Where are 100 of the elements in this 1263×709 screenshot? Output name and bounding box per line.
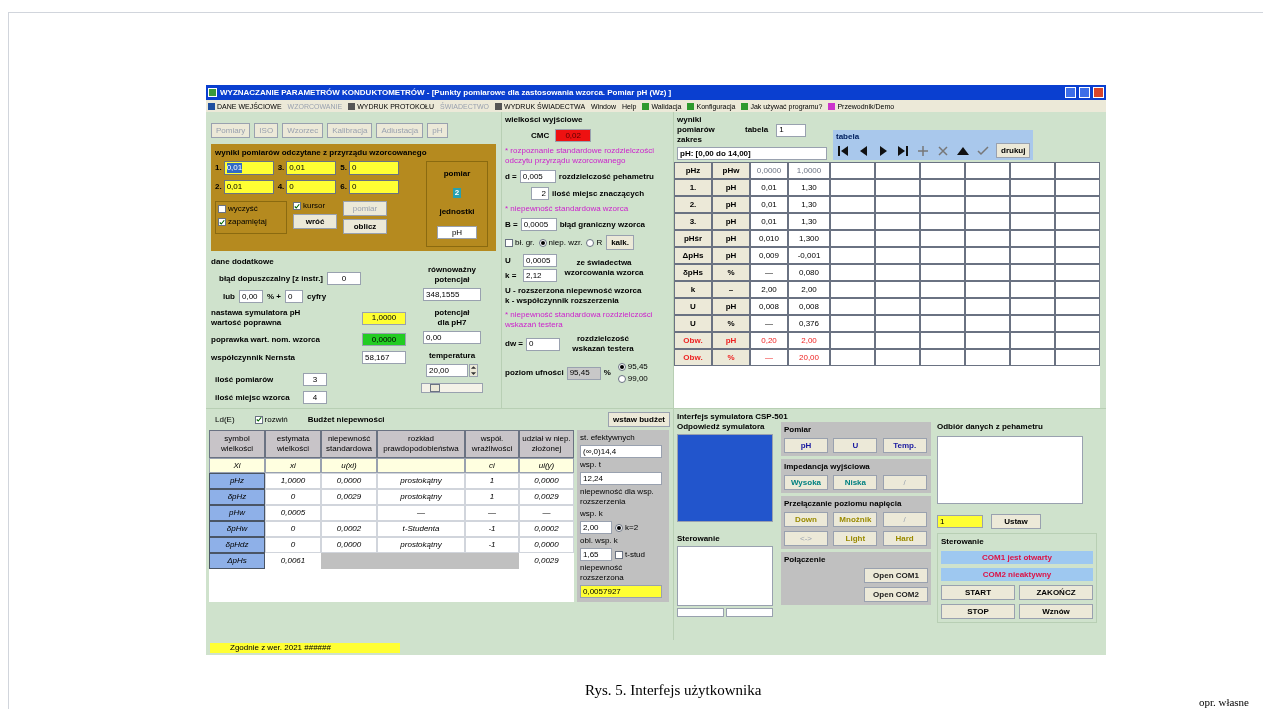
input-field[interactable]: 12,24 (580, 472, 662, 485)
menu-icon[interactable] (348, 102, 356, 110)
button[interactable]: Open COM2 (864, 587, 928, 602)
button[interactable]: U (833, 438, 878, 453)
button[interactable]: Temp. (882, 438, 927, 453)
label: tabela (745, 125, 769, 135)
radio-button[interactable]: niep. wzr. (538, 237, 583, 248)
input-field[interactable]: 0 (327, 272, 361, 285)
radio-button[interactable]: k=2 (615, 522, 639, 533)
button[interactable]: Open COM1 (864, 568, 928, 583)
input-field[interactable]: pH: [0,00 do 14,00] (677, 147, 827, 160)
input-field[interactable]: pH (437, 226, 477, 240)
menu-icon[interactable] (828, 102, 836, 110)
button[interactable]: Wznów (1019, 604, 1093, 619)
input-field[interactable]: 0,0057927 (580, 585, 662, 598)
button[interactable]: pH (784, 438, 828, 453)
input-field[interactable]: 0 (349, 161, 399, 175)
input-field[interactable]: 20,00 (426, 364, 468, 377)
label: % + (267, 291, 281, 302)
check-icon[interactable] (976, 143, 990, 158)
table-cell (875, 281, 920, 298)
button[interactable]: STOP (941, 604, 1015, 619)
button[interactable]: Wysoka (784, 475, 828, 490)
table-cell (875, 264, 920, 281)
radio-button[interactable]: 99,00 (617, 374, 648, 384)
radio-button[interactable]: R (586, 237, 603, 248)
menu-icon[interactable] (208, 102, 215, 110)
close-icon[interactable] (936, 143, 950, 158)
checkmark-icon (294, 202, 300, 210)
radio-button[interactable]: 95,45 (617, 362, 648, 372)
input-field[interactable]: 3 (303, 373, 327, 386)
input-field[interactable]: 0 (286, 180, 337, 194)
input-field[interactable]: 0,01 (223, 161, 274, 175)
control-text-area[interactable] (677, 546, 773, 606)
button[interactable]: drukuj (996, 143, 1031, 158)
input-field[interactable]: 2,12 (523, 269, 557, 282)
table-cell (965, 247, 1010, 264)
button[interactable]: kalk. (606, 235, 634, 250)
table-cell (920, 264, 965, 281)
input-field[interactable]: 0 (285, 290, 303, 303)
input-field[interactable]: 0,01 (286, 161, 337, 175)
checkbox[interactable]: bł. gr. (505, 237, 535, 248)
checkbox[interactable]: kursor (293, 201, 337, 211)
input-field[interactable]: 95,45 (566, 366, 601, 380)
input-field[interactable]: 0,005 (519, 170, 556, 183)
table-cell (1010, 315, 1055, 332)
checkbox[interactable]: zapamiętaj (218, 217, 284, 227)
button[interactable]: Niska (833, 475, 878, 490)
input-field[interactable]: 1 (776, 123, 807, 137)
checkbox[interactable]: t-stud (615, 549, 645, 560)
menu-icon[interactable] (495, 102, 503, 110)
checkbox[interactable]: rozwiń (254, 414, 288, 425)
input-field[interactable]: 0,0000 (362, 333, 406, 346)
menu-icon[interactable] (642, 102, 650, 110)
close-button[interactable] (1093, 87, 1104, 98)
input-field[interactable]: 0,01 (223, 180, 274, 194)
button[interactable]: oblicz (343, 219, 387, 234)
menu-icon[interactable] (741, 102, 749, 110)
table-cell: % (712, 315, 750, 332)
button[interactable]: START (941, 585, 1015, 600)
button[interactable]: wstaw budżet (608, 412, 670, 427)
input-field[interactable]: (∞,0)14,4 (580, 445, 662, 458)
input-field[interactable]: 0,00 (239, 290, 263, 303)
label: Przełączanie poziomu napięcia (784, 499, 903, 509)
input-field[interactable]: 1,65 (580, 548, 612, 561)
input-field[interactable]: 0,0005 (520, 218, 557, 231)
button[interactable]: Ustaw (991, 514, 1041, 529)
button[interactable]: wróć (293, 214, 337, 229)
table-cell: k (674, 281, 712, 298)
table-cell: 1 (465, 473, 519, 489)
input-field[interactable]: 58,167 (362, 351, 406, 364)
button[interactable]: ZAKOŃCZ (1019, 585, 1093, 600)
table-cell: 0,008 (750, 298, 788, 315)
table-cell (965, 179, 1010, 196)
input-field[interactable]: 0,00 (423, 331, 481, 344)
maximize-button[interactable] (1079, 87, 1090, 98)
menu-icon[interactable] (687, 102, 695, 110)
input-field[interactable]: 0 (349, 180, 399, 194)
first-record-icon[interactable] (836, 143, 850, 158)
slider-thumb[interactable] (429, 384, 440, 392)
input-field[interactable] (726, 608, 773, 617)
checkbox[interactable]: wyczyść (218, 204, 284, 214)
input-field[interactable]: 4 (303, 391, 327, 404)
received-data-area[interactable] (937, 436, 1083, 504)
table-cell: t-Studenta (377, 521, 465, 537)
input-field[interactable]: 2 (531, 187, 549, 200)
table-cell: 0,0000 (321, 537, 377, 553)
input-field[interactable]: 1,0000 (362, 311, 406, 325)
input-field[interactable]: 348,1555 (423, 288, 481, 301)
spinner-icon[interactable] (469, 364, 478, 377)
last-record-icon[interactable] (896, 143, 910, 158)
input-field[interactable]: 0,0005 (523, 254, 557, 267)
table-cell: ΔpHs (674, 247, 712, 264)
minimize-button[interactable] (1065, 87, 1076, 98)
column-header: estymata wielkości (265, 430, 321, 458)
input-field[interactable]: 2,00 (580, 521, 612, 534)
table-cell: -1 (465, 537, 519, 553)
input-field[interactable] (677, 608, 724, 617)
input-field[interactable]: 1 (937, 515, 983, 528)
input-field[interactable]: 0 (526, 337, 560, 351)
